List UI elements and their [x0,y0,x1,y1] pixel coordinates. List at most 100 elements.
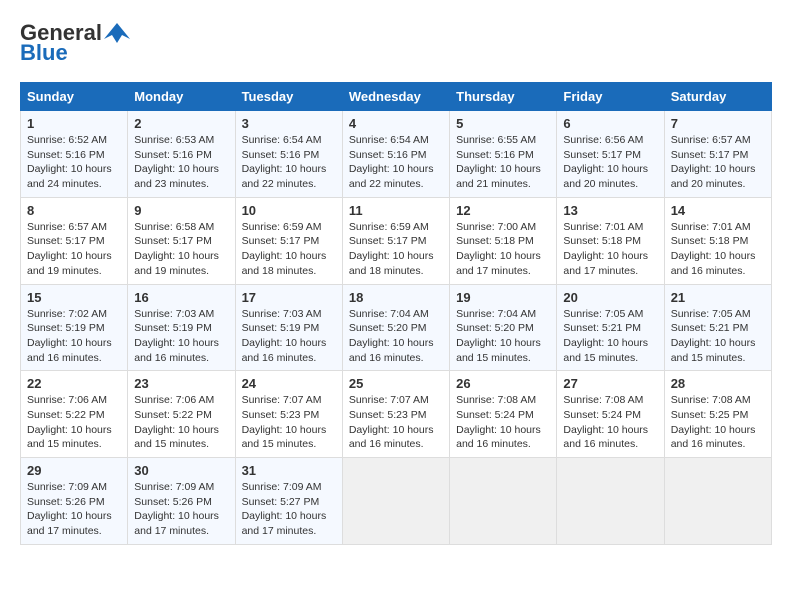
calendar-cell [342,458,449,545]
daylight-text: Daylight: 10 hours and 19 minutes. [27,250,112,277]
day-info: Sunrise: 7:00 AM Sunset: 5:18 PM Dayligh… [456,220,550,279]
sunrise-text: Sunrise: 7:00 AM [456,221,536,233]
calendar-cell: 15 Sunrise: 7:02 AM Sunset: 5:19 PM Dayl… [21,284,128,371]
day-number: 29 [27,463,121,478]
daylight-text: Daylight: 10 hours and 15 minutes. [134,424,219,451]
sunset-text: Sunset: 5:21 PM [563,322,641,334]
calendar-cell: 16 Sunrise: 7:03 AM Sunset: 5:19 PM Dayl… [128,284,235,371]
logo-bird-icon [102,21,132,45]
day-number: 22 [27,376,121,391]
daylight-text: Daylight: 10 hours and 20 minutes. [671,163,756,190]
sunset-text: Sunset: 5:22 PM [27,409,105,421]
day-number: 2 [134,116,228,131]
calendar-cell: 24 Sunrise: 7:07 AM Sunset: 5:23 PM Dayl… [235,371,342,458]
sunset-text: Sunset: 5:16 PM [349,149,427,161]
calendar-cell: 27 Sunrise: 7:08 AM Sunset: 5:24 PM Dayl… [557,371,664,458]
daylight-text: Daylight: 10 hours and 16 minutes. [349,424,434,451]
daylight-text: Daylight: 10 hours and 18 minutes. [349,250,434,277]
sunset-text: Sunset: 5:18 PM [456,235,534,247]
day-info: Sunrise: 6:57 AM Sunset: 5:17 PM Dayligh… [671,133,765,192]
sunset-text: Sunset: 5:19 PM [242,322,320,334]
sunset-text: Sunset: 5:17 PM [27,235,105,247]
daylight-text: Daylight: 10 hours and 22 minutes. [349,163,434,190]
day-number: 23 [134,376,228,391]
calendar-cell: 3 Sunrise: 6:54 AM Sunset: 5:16 PM Dayli… [235,111,342,198]
sunrise-text: Sunrise: 7:08 AM [563,394,643,406]
calendar-week-row: 1 Sunrise: 6:52 AM Sunset: 5:16 PM Dayli… [21,111,772,198]
sunrise-text: Sunrise: 7:09 AM [134,481,214,493]
daylight-text: Daylight: 10 hours and 23 minutes. [134,163,219,190]
day-number: 21 [671,290,765,305]
calendar-week-row: 15 Sunrise: 7:02 AM Sunset: 5:19 PM Dayl… [21,284,772,371]
calendar-cell: 25 Sunrise: 7:07 AM Sunset: 5:23 PM Dayl… [342,371,449,458]
calendar-cell: 29 Sunrise: 7:09 AM Sunset: 5:26 PM Dayl… [21,458,128,545]
day-number: 1 [27,116,121,131]
sunrise-text: Sunrise: 7:09 AM [242,481,322,493]
sunrise-text: Sunrise: 7:08 AM [671,394,751,406]
calendar-cell [664,458,771,545]
day-number: 9 [134,203,228,218]
day-number: 30 [134,463,228,478]
sunrise-text: Sunrise: 6:57 AM [27,221,107,233]
day-number: 31 [242,463,336,478]
sunrise-text: Sunrise: 7:06 AM [27,394,107,406]
sunset-text: Sunset: 5:24 PM [563,409,641,421]
calendar-cell: 14 Sunrise: 7:01 AM Sunset: 5:18 PM Dayl… [664,197,771,284]
sunrise-text: Sunrise: 6:52 AM [27,134,107,146]
day-info: Sunrise: 7:08 AM Sunset: 5:25 PM Dayligh… [671,393,765,452]
daylight-text: Daylight: 10 hours and 16 minutes. [242,337,327,364]
day-info: Sunrise: 7:05 AM Sunset: 5:21 PM Dayligh… [563,307,657,366]
day-info: Sunrise: 6:58 AM Sunset: 5:17 PM Dayligh… [134,220,228,279]
sunrise-text: Sunrise: 7:03 AM [134,308,214,320]
sunrise-text: Sunrise: 6:59 AM [349,221,429,233]
daylight-text: Daylight: 10 hours and 21 minutes. [456,163,541,190]
calendar-cell: 23 Sunrise: 7:06 AM Sunset: 5:22 PM Dayl… [128,371,235,458]
sunrise-text: Sunrise: 7:06 AM [134,394,214,406]
sunset-text: Sunset: 5:17 PM [349,235,427,247]
day-info: Sunrise: 7:04 AM Sunset: 5:20 PM Dayligh… [349,307,443,366]
day-number: 14 [671,203,765,218]
sunrise-text: Sunrise: 7:07 AM [242,394,322,406]
day-info: Sunrise: 6:53 AM Sunset: 5:16 PM Dayligh… [134,133,228,192]
calendar-cell: 10 Sunrise: 6:59 AM Sunset: 5:17 PM Dayl… [235,197,342,284]
sunset-text: Sunset: 5:26 PM [134,496,212,508]
sunrise-text: Sunrise: 7:04 AM [349,308,429,320]
sunset-text: Sunset: 5:16 PM [27,149,105,161]
sunrise-text: Sunrise: 6:54 AM [349,134,429,146]
daylight-text: Daylight: 10 hours and 17 minutes. [27,510,112,537]
sunrise-text: Sunrise: 7:02 AM [27,308,107,320]
calendar-cell: 4 Sunrise: 6:54 AM Sunset: 5:16 PM Dayli… [342,111,449,198]
day-info: Sunrise: 7:06 AM Sunset: 5:22 PM Dayligh… [134,393,228,452]
day-number: 18 [349,290,443,305]
sunset-text: Sunset: 5:17 PM [563,149,641,161]
daylight-text: Daylight: 10 hours and 16 minutes. [134,337,219,364]
daylight-text: Daylight: 10 hours and 15 minutes. [563,337,648,364]
day-info: Sunrise: 7:07 AM Sunset: 5:23 PM Dayligh… [242,393,336,452]
day-number: 17 [242,290,336,305]
sunrise-text: Sunrise: 7:08 AM [456,394,536,406]
day-number: 8 [27,203,121,218]
calendar-cell: 17 Sunrise: 7:03 AM Sunset: 5:19 PM Dayl… [235,284,342,371]
day-info: Sunrise: 7:03 AM Sunset: 5:19 PM Dayligh… [242,307,336,366]
day-info: Sunrise: 6:52 AM Sunset: 5:16 PM Dayligh… [27,133,121,192]
calendar-cell: 7 Sunrise: 6:57 AM Sunset: 5:17 PM Dayli… [664,111,771,198]
sunrise-text: Sunrise: 6:54 AM [242,134,322,146]
sunset-text: Sunset: 5:16 PM [242,149,320,161]
day-number: 26 [456,376,550,391]
day-number: 13 [563,203,657,218]
day-number: 27 [563,376,657,391]
daylight-text: Daylight: 10 hours and 22 minutes. [242,163,327,190]
sunrise-text: Sunrise: 6:56 AM [563,134,643,146]
daylight-text: Daylight: 10 hours and 15 minutes. [242,424,327,451]
daylight-text: Daylight: 10 hours and 16 minutes. [27,337,112,364]
calendar-table: SundayMondayTuesdayWednesdayThursdayFrid… [20,82,772,545]
daylight-text: Daylight: 10 hours and 18 minutes. [242,250,327,277]
sunrise-text: Sunrise: 6:57 AM [671,134,751,146]
day-info: Sunrise: 6:55 AM Sunset: 5:16 PM Dayligh… [456,133,550,192]
sunset-text: Sunset: 5:27 PM [242,496,320,508]
calendar-cell: 5 Sunrise: 6:55 AM Sunset: 5:16 PM Dayli… [450,111,557,198]
calendar-cell [557,458,664,545]
day-info: Sunrise: 7:06 AM Sunset: 5:22 PM Dayligh… [27,393,121,452]
daylight-text: Daylight: 10 hours and 16 minutes. [671,424,756,451]
header-friday: Friday [557,83,664,111]
